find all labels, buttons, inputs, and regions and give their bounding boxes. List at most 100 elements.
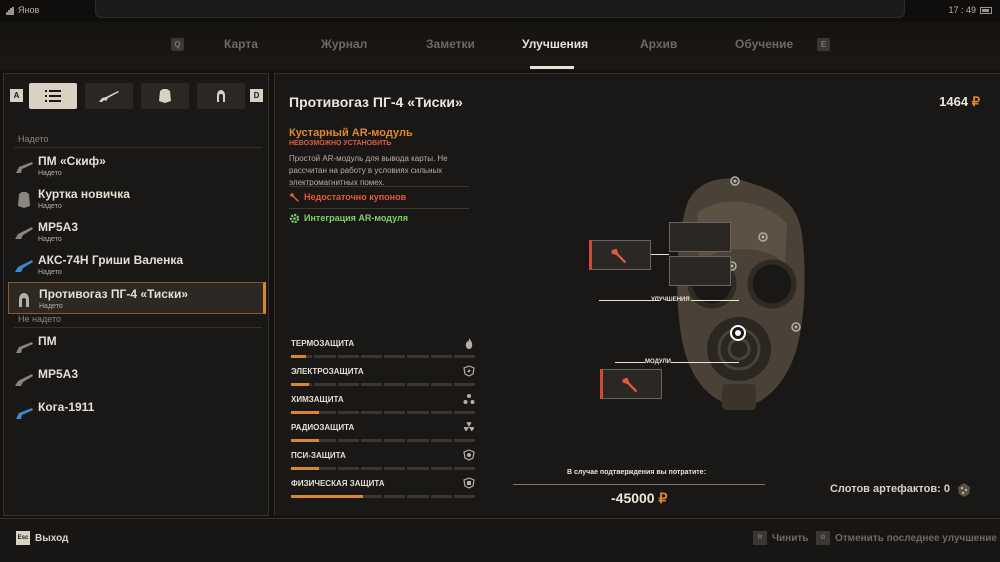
stat-label: ЭЛЕКТРОЗАЩИТА <box>291 367 364 376</box>
item-status: Надето <box>38 269 62 276</box>
item-name: ПМ <box>38 334 57 348</box>
stat-fill <box>291 467 319 470</box>
filter-next-key[interactable]: D <box>250 89 263 102</box>
armor-icon <box>18 192 30 208</box>
unequipped-header: Не надето <box>4 314 268 328</box>
filter-armor-button[interactable] <box>141 83 189 109</box>
chemical-icon <box>463 394 475 404</box>
stat-fill <box>291 495 363 498</box>
stat-label: ПСИ-ЗАЩИТА <box>291 451 346 460</box>
cost-amount: -45000 <box>611 490 655 506</box>
nav-next-key[interactable]: E <box>817 38 830 51</box>
hotspot-icon[interactable] <box>729 175 741 187</box>
currency-icon: ₽ <box>658 490 668 506</box>
inventory-panel: A D Надето ПМ «Скиф» Надето Куртка нович… <box>3 73 269 516</box>
signal-icon <box>6 7 14 15</box>
filter-weapons-button[interactable] <box>85 83 133 109</box>
exit-button[interactable]: Выход <box>35 533 68 544</box>
armor-icon <box>159 89 171 103</box>
fire-icon <box>465 338 473 349</box>
item-name: АКС-74Н Гриши Валенка <box>38 253 184 267</box>
stat-physical: ФИЗИЧЕСКАЯ ЗАЩИТА <box>291 477 475 499</box>
stat-chemical: ХИМЗАЩИТА <box>291 394 475 415</box>
stat-fill <box>291 439 319 442</box>
filter-bar: A D <box>4 74 268 118</box>
list-icon <box>45 90 61 102</box>
list-item[interactable]: АКС-74Н Гриши Валенка Надето <box>8 249 266 281</box>
list-item[interactable]: MP5A3 Надето <box>8 216 266 248</box>
cost-value: -45000 ₽ <box>611 490 667 507</box>
stat-thermal: ТЕРМОЗАЩИТА <box>291 338 475 359</box>
carrier-label: Янов <box>18 5 40 15</box>
list-item[interactable]: ПМ <box>8 330 266 362</box>
undo-key[interactable]: G <box>816 531 830 545</box>
divider <box>289 208 469 209</box>
list-item[interactable]: ПМ «Скиф» Надето <box>8 150 266 182</box>
radiation-icon <box>464 422 474 432</box>
currency-icon: ₽ <box>971 94 980 109</box>
top-frame <box>95 0 905 18</box>
selected-hotspot-icon[interactable] <box>729 324 747 342</box>
tab-tutorial[interactable]: Обучение <box>735 37 793 51</box>
tab-journal[interactable]: Журнал <box>321 37 367 51</box>
status-bar: Янов 17 : 49 <box>0 0 1000 22</box>
money-balance: 1464 ₽ <box>939 94 980 110</box>
gear-icon <box>289 214 300 224</box>
item-name: MP5A3 <box>38 220 79 234</box>
page-title: Противогаз ПГ-4 «Тиски» <box>289 94 463 110</box>
tab-archive[interactable]: Архив <box>640 37 677 51</box>
requirement-integration: Интеграция AR-модуля <box>289 213 408 224</box>
footer: Esc Выход R Чинить G Отменить последнее … <box>0 518 1000 562</box>
list-item[interactable]: Куртка новичка Надето <box>8 183 266 215</box>
list-item-selected[interactable]: Противогаз ПГ-4 «Тиски» Надето <box>8 282 266 314</box>
list-item[interactable]: Кога-1911 <box>8 396 266 428</box>
module-description: Простой AR-модуль для вывода карты. Не р… <box>289 154 448 187</box>
money-amount: 1464 <box>939 94 969 109</box>
pistol-icon <box>16 342 33 353</box>
rifle-icon <box>99 91 119 102</box>
exit-key[interactable]: Esc <box>16 531 30 545</box>
wrench-icon <box>611 248 627 264</box>
requirement-integration-label: Интеграция AR-модуля <box>304 213 408 223</box>
tab-upgrades[interactable]: Улучшения <box>522 37 588 51</box>
item-name: Противогаз ПГ-4 «Тиски» <box>39 287 188 301</box>
tab-map[interactable]: Карта <box>224 37 258 51</box>
requirement-coupons: Недостаточно купонов <box>289 192 406 203</box>
hotspot-icon[interactable] <box>757 231 769 243</box>
upgrade-slot-top[interactable] <box>669 222 731 252</box>
filter-prev-key[interactable]: A <box>10 89 23 102</box>
hotspot-icon[interactable] <box>790 321 802 333</box>
smg-icon <box>15 227 33 239</box>
upgrade-slot-ar[interactable] <box>589 240 651 270</box>
nav-prev-key[interactable]: Q <box>171 38 184 51</box>
list-item[interactable]: MP5A3 <box>8 363 266 395</box>
cost-label: В случае подтверждения вы потратите: <box>567 469 706 476</box>
upgrade-slot-mid[interactable] <box>669 256 731 286</box>
repair-key[interactable]: R <box>753 531 767 545</box>
stat-fill <box>291 411 319 414</box>
item-name: Кога-1911 <box>38 400 95 414</box>
repair-button[interactable]: Чинить <box>772 533 808 544</box>
stat-label: ФИЗИЧЕСКАЯ ЗАЩИТА <box>291 479 385 488</box>
undo-button[interactable]: Отменить последнее улучшение <box>835 533 997 544</box>
wrench-icon <box>290 193 299 203</box>
divider <box>289 186 469 187</box>
pistol-icon <box>16 408 33 419</box>
stat-fill <box>291 355 306 358</box>
module-slot[interactable] <box>600 369 662 399</box>
filter-all-button[interactable] <box>29 83 77 109</box>
stat-psi: ПСИ-ЗАЩИТА <box>291 449 475 471</box>
gasmask-model <box>677 178 805 410</box>
connector-line <box>599 300 659 301</box>
tab-notes[interactable]: Заметки <box>426 37 475 51</box>
cost-divider <box>513 484 765 485</box>
pistol-icon <box>16 162 33 173</box>
clock: 17 : 49 <box>948 5 976 15</box>
item-name: MP5A3 <box>38 367 79 381</box>
filter-helmets-button[interactable] <box>197 83 245 109</box>
stat-radiation: РАДИОЗАЩИТА <box>291 422 475 443</box>
stat-fill <box>291 383 310 386</box>
main-nav: Q Карта Журнал Заметки Улучшения Архив О… <box>0 22 1000 70</box>
requirement-coupons-label: Недостаточно купонов <box>304 192 407 202</box>
electric-icon <box>463 365 475 377</box>
